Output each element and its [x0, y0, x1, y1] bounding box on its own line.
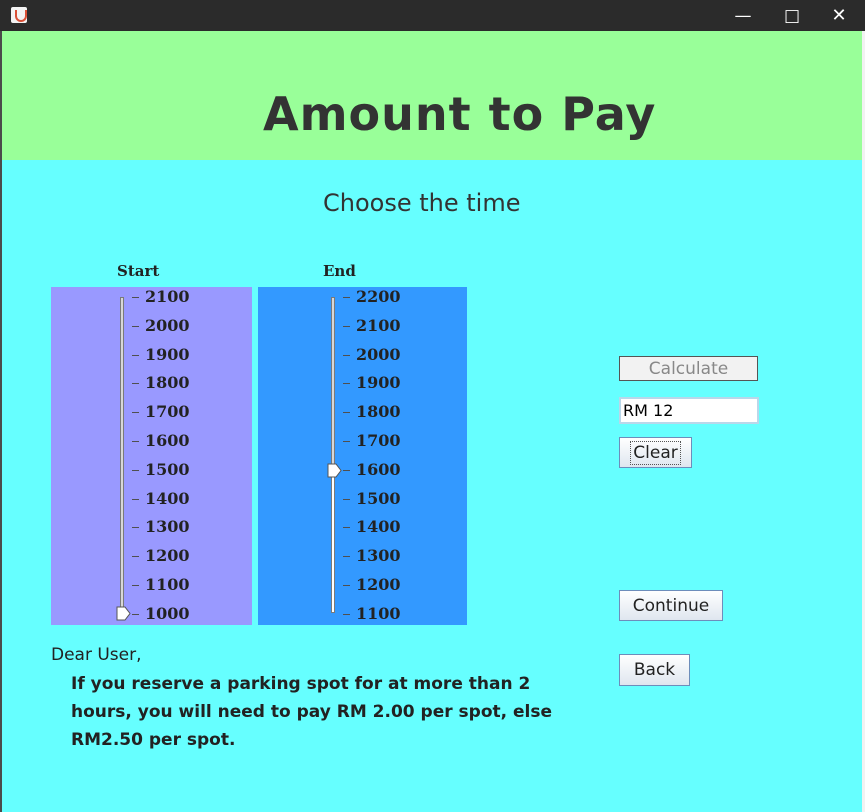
slider-tick-mark [132, 383, 139, 385]
slider-tick-mark [343, 469, 350, 471]
slider-tick-mark [343, 325, 350, 327]
start-time-slider-panel: 2100 2000 1900 1800 1700 1600 1500 1400 1300 1200… [51, 287, 252, 625]
slider-tick-label: 1800 [356, 402, 401, 422]
slider-tick-label: 1700 [356, 431, 401, 450]
slider-tick-mark [132, 527, 139, 529]
slider-tick-mark [343, 383, 350, 385]
slider-tick-label: 1400 [356, 517, 401, 537]
amount-result-field[interactable] [619, 397, 759, 424]
end-slider-label: End [323, 262, 356, 280]
slider-tick-label: 2100 [145, 287, 190, 306]
start-slider-label: Start [117, 262, 160, 280]
slider-tick-label: 2000 [145, 315, 190, 335]
maximize-button[interactable]: □ [769, 0, 815, 31]
slider-tick-label: 2000 [356, 344, 401, 364]
slider-tick-label: 1300 [356, 546, 401, 566]
minimize-button[interactable]: — [720, 0, 766, 31]
slider-tick-mark [343, 498, 350, 500]
slider-tick-label: 1900 [145, 344, 190, 364]
slider-tick-label: 1500 [356, 488, 401, 508]
slider-tick-label: 1500 [145, 459, 190, 479]
slider-tick-label: 1200 [145, 546, 190, 566]
slider-tick-mark [132, 412, 139, 414]
pricing-message: If you reserve a parking spot for at mor… [71, 674, 553, 750]
slider-tick-label: 2100 [356, 315, 401, 335]
slider-tick-mark [343, 613, 350, 615]
slider-tick-mark [132, 556, 139, 558]
clear-button[interactable]: Clear [619, 437, 692, 468]
continue-button[interactable]: Continue [619, 590, 723, 621]
slider-tick-mark [343, 297, 350, 298]
content-panel: Amount to Pay Choose the time Start End … [2, 31, 862, 812]
time-instruction: Choose the time [323, 189, 521, 217]
slider-tick-label: 1100 [356, 603, 401, 623]
close-button[interactable]: ✕ [816, 0, 862, 31]
clear-button-label: Clear [630, 440, 681, 465]
slider-tick-label: 1000 [145, 603, 190, 623]
start-slider-thumb-icon[interactable] [116, 606, 131, 621]
slider-tick-mark [343, 354, 350, 356]
slider-tick-mark [343, 412, 350, 414]
slider-tick-mark [132, 469, 139, 471]
page-title: Amount to Pay [263, 87, 657, 141]
slider-tick-mark [343, 441, 350, 442]
slider-tick-label: 1700 [145, 402, 190, 422]
greeting-text: Dear User, [51, 645, 142, 665]
slider-tick-mark [132, 498, 139, 500]
slider-tick-label: 1400 [145, 488, 190, 508]
slider-tick-label: 2200 [356, 287, 401, 306]
slider-tick-mark [132, 354, 139, 356]
end-time-slider-panel: 2200 2100 2000 1900 1800 1700 1600 1500 1400 1300… [258, 287, 467, 625]
slider-tick-mark [132, 297, 139, 298]
slider-tick-mark [132, 585, 139, 586]
slider-tick-mark [132, 441, 139, 442]
calculate-button[interactable]: Calculate [619, 356, 758, 381]
slider-tick-mark [343, 585, 350, 586]
slider-tick-mark [132, 613, 139, 615]
slider-tick-mark [132, 325, 139, 327]
slider-tick-label: 1600 [145, 431, 190, 450]
slider-tick-label: 1900 [356, 373, 401, 393]
window-titlebar: — □ ✕ [0, 0, 865, 31]
start-slider-track[interactable] [120, 297, 124, 613]
slider-tick-label: 1800 [145, 373, 190, 393]
header-banner: Amount to Pay [2, 31, 862, 160]
end-slider-track[interactable] [331, 297, 335, 613]
java-app-icon [11, 7, 27, 23]
slider-tick-label: 1300 [145, 517, 190, 537]
slider-tick-mark [343, 556, 350, 558]
slider-tick-label: 1600 [356, 459, 401, 479]
slider-tick-mark [343, 527, 350, 529]
back-button[interactable]: Back [619, 654, 690, 686]
slider-tick-label: 1100 [145, 575, 190, 594]
end-slider-fill [332, 467, 334, 612]
end-slider-thumb-icon[interactable] [327, 463, 342, 478]
slider-tick-label: 1200 [356, 575, 401, 594]
